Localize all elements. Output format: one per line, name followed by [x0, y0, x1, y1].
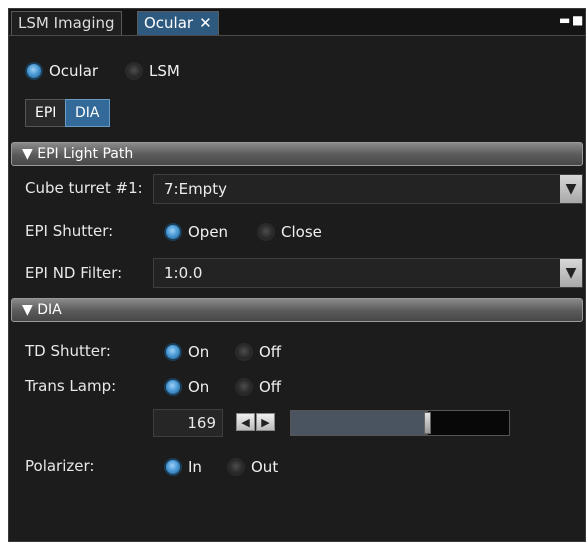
- td-shutter-label: TD Shutter:: [25, 342, 111, 360]
- maximize-icon[interactable]: ■: [572, 13, 583, 27]
- trans-lamp-off-label: Off: [259, 377, 282, 396]
- radio-unselected-icon: [257, 222, 275, 241]
- tab-ocular-label: Ocular: [144, 14, 194, 32]
- td-shutter-off-radio[interactable]: Off: [235, 342, 281, 361]
- td-shutter-on-label: On: [188, 342, 210, 361]
- epi-shutter-open-radio[interactable]: Open: [164, 222, 228, 241]
- epi-nd-filter-select[interactable]: 1:0.0 ▼: [153, 258, 583, 288]
- chevron-down-icon[interactable]: ▼: [560, 175, 582, 203]
- polarizer-out-radio[interactable]: Out: [227, 457, 278, 476]
- polarizer-label: Polarizer:: [25, 457, 95, 475]
- cube-turret-label: Cube turret #1:: [25, 179, 143, 197]
- epi-shutter-close-radio[interactable]: Close: [257, 222, 322, 241]
- close-icon[interactable]: ✕: [199, 14, 212, 32]
- trans-lamp-on-label: On: [188, 377, 210, 396]
- radio-unselected-icon: [125, 61, 143, 80]
- slider-thumb[interactable]: [424, 412, 431, 434]
- epi-shutter-close-label: Close: [281, 222, 322, 241]
- trans-lamp-on-radio[interactable]: On: [164, 377, 209, 396]
- epi-nd-filter-value: 1:0.0: [164, 264, 203, 282]
- radio-selected-icon: [164, 377, 182, 396]
- radio-unselected-icon: [227, 457, 245, 476]
- dia-button[interactable]: DIA: [65, 99, 110, 127]
- chevron-right-icon[interactable]: ▶: [256, 413, 275, 431]
- mode-ocular-label: Ocular: [49, 61, 99, 80]
- cube-turret-select[interactable]: 7:Empty ▼: [153, 174, 583, 204]
- minimize-icon[interactable]: ▬: [559, 13, 570, 27]
- lamp-intensity-field[interactable]: 169: [153, 409, 223, 437]
- trans-lamp-off-radio[interactable]: Off: [235, 377, 281, 396]
- td-shutter-on-radio[interactable]: On: [164, 342, 209, 361]
- tab-lsm-imaging[interactable]: LSM Imaging: [11, 11, 122, 35]
- mode-radio-lsm[interactable]: LSM: [125, 61, 180, 80]
- epi-nd-filter-label: EPI ND Filter:: [25, 264, 123, 282]
- dia-header[interactable]: ▼ DIA: [11, 298, 583, 322]
- radio-unselected-icon: [235, 342, 253, 361]
- cube-turret-value: 7:Empty: [164, 180, 227, 198]
- slider-fill: [291, 411, 428, 435]
- radio-unselected-icon: [235, 377, 253, 396]
- radio-selected-icon: [164, 457, 182, 476]
- polarizer-in-label: In: [188, 457, 202, 476]
- epi-light-path-header[interactable]: ▼ EPI Light Path: [11, 142, 583, 166]
- chevron-down-icon[interactable]: ▼: [560, 259, 582, 287]
- ocular-panel: LSM Imaging Ocular ✕ ▬ ■ Ocular LSM EPI D…: [8, 8, 586, 542]
- tab-ocular[interactable]: Ocular ✕: [137, 11, 219, 35]
- mode-radio-ocular[interactable]: Ocular: [25, 61, 98, 80]
- radio-selected-icon: [164, 342, 182, 361]
- chevron-left-icon[interactable]: ◀: [236, 413, 255, 431]
- radio-selected-icon: [164, 222, 182, 241]
- tab-bar: LSM Imaging Ocular ✕ ▬ ■: [9, 9, 585, 36]
- tab-lsm-imaging-label: LSM Imaging: [18, 14, 115, 32]
- lamp-intensity-slider[interactable]: [290, 410, 510, 436]
- epi-button[interactable]: EPI: [25, 99, 67, 127]
- epi-shutter-label: EPI Shutter:: [25, 222, 114, 240]
- polarizer-in-radio[interactable]: In: [164, 457, 202, 476]
- td-shutter-off-label: Off: [259, 342, 282, 361]
- radio-selected-icon: [25, 61, 43, 80]
- mode-lsm-label: LSM: [149, 61, 180, 80]
- polarizer-out-label: Out: [251, 457, 279, 476]
- epi-shutter-open-label: Open: [188, 222, 229, 241]
- trans-lamp-label: Trans Lamp:: [25, 377, 117, 395]
